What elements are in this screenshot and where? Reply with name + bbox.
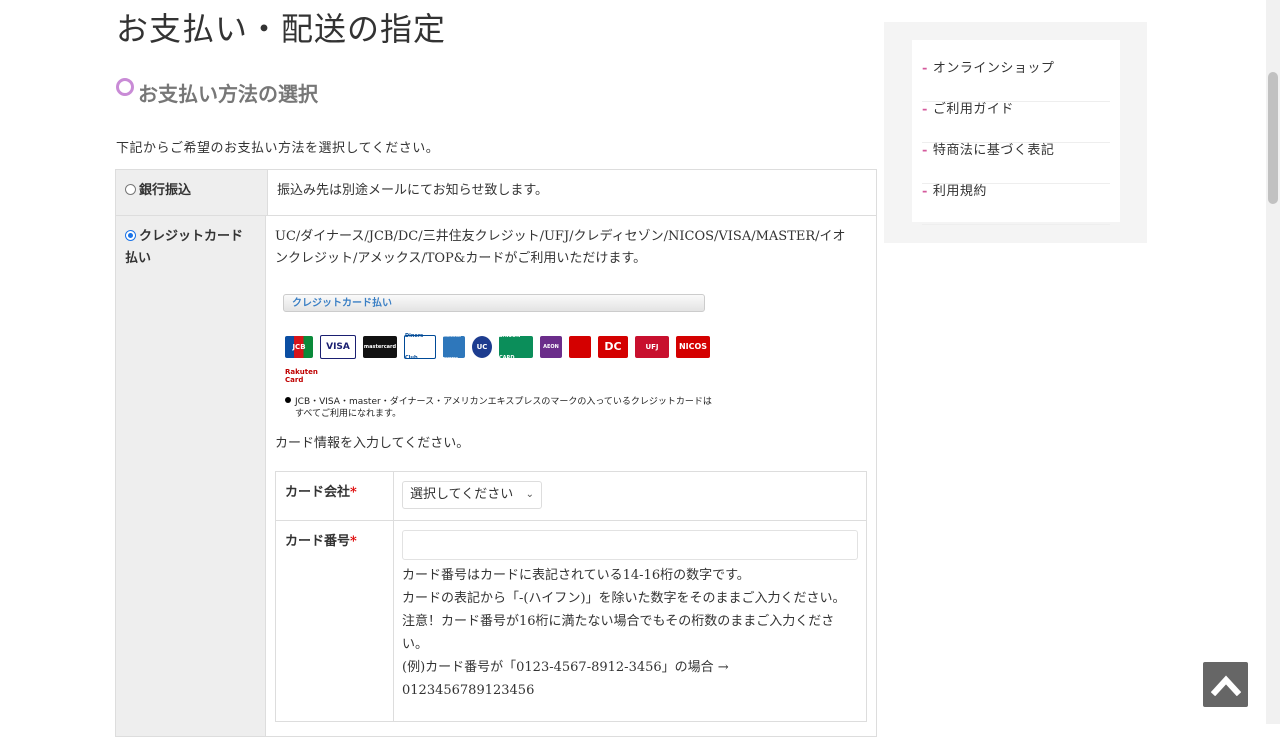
card-company-label: カード会社* — [276, 472, 394, 520]
jcb-logo: JCB — [285, 336, 313, 358]
sidebar-item-label: ご利用ガイド — [932, 102, 1014, 117]
dash-icon: - — [922, 61, 928, 76]
mufg-logo — [569, 336, 591, 358]
uc-logo: UC — [472, 336, 492, 358]
nicos-logo: NICOS — [676, 336, 710, 358]
select-value: 選択してください — [410, 487, 514, 502]
card-logos: JCB VISA mastercard Diners Club AMERICAN… — [285, 333, 867, 361]
chevron-down-icon: ⌄ — [525, 489, 534, 500]
card-banner: クレジットカード払い — [283, 294, 705, 312]
payment-row-bank: 銀行振込 振込み先は別途メールにてお知らせ致します。 — [116, 170, 876, 216]
sidebar-item-online-shop[interactable]: - オンラインショップ — [922, 61, 1110, 102]
scroll-thumb[interactable] — [1268, 72, 1278, 204]
required-mark: * — [350, 534, 357, 549]
card-number-input[interactable] — [402, 530, 858, 560]
card-number-field: カード番号はカードに表記されている14-16桁の数字です。 カードの表記から「-… — [394, 521, 866, 721]
dc-logo: DC — [598, 336, 628, 358]
help-line: カードの表記から「-(ハイフン)」を除いた数字をそのままご入力ください。 — [402, 591, 846, 606]
credit-card-section: UC/ダイナース/JCB/DC/三井住友クレジット/UFJ/クレディセゾン/NI… — [266, 216, 876, 736]
dash-icon: - — [922, 184, 928, 199]
payment-description: 振込み先は別途メールにてお知らせ致します。 — [277, 183, 549, 198]
section-title: お支払い方法の選択 — [116, 77, 318, 107]
visa-logo: VISA — [320, 335, 356, 359]
bullet-icon — [285, 397, 291, 403]
sidebar: - オンラインショップ - ご利用ガイド - 特商法に基づく表記 - 利用規約 — [884, 22, 1147, 243]
card-number-row: カード番号* カード番号はカードに表記されている14-16桁の数字です。 カード… — [276, 521, 866, 721]
sidebar-item-label: 利用規約 — [932, 184, 987, 199]
aeon-logo: AEON — [540, 336, 562, 358]
card-form: カード会社* 選択してください ⌄ カード番号* カード番号はカードに表記されて… — [275, 471, 867, 722]
sidebar-item-label: オンラインショップ — [932, 61, 1055, 76]
card-notice-line-1: JCB・VISA・master・ダイナース・アメリカンエキスプレスのマークの入っ… — [295, 397, 712, 407]
payment-row-credit: クレジットカード払い UC/ダイナース/JCB/DC/三井住友クレジット/UFJ… — [116, 216, 876, 736]
payment-option-credit[interactable]: クレジットカード払い — [116, 216, 266, 736]
diners-club-logo: Diners Club — [404, 333, 436, 361]
help-line: カード番号はカードに表記されている14-16桁の数字です。 — [402, 568, 750, 583]
card-company-field: 選択してください ⌄ — [394, 472, 866, 520]
chevron-up-icon — [1210, 675, 1241, 696]
help-line: 0123456789123456 — [402, 683, 535, 698]
payment-method-table: 銀行振込 振込み先は別途メールにてお知らせ致します。 クレジットカード払い UC… — [115, 169, 877, 737]
rakuten-card-logo: Rakuten Card — [285, 368, 318, 384]
scrollbar[interactable] — [1266, 0, 1280, 724]
card-company-select[interactable]: 選択してください ⌄ — [402, 481, 542, 509]
sidebar-item-terms[interactable]: - 利用規約 — [922, 184, 1110, 225]
saison-logo: SAISON CARD — [499, 333, 533, 361]
label-text: カード会社 — [285, 485, 351, 500]
label-text: カード番号 — [285, 534, 351, 549]
card-number-label: カード番号* — [276, 521, 394, 721]
sidebar-menu: - オンラインショップ - ご利用ガイド - 特商法に基づく表記 - 利用規約 — [912, 40, 1120, 225]
enter-card-info: カード情報を入力してください。 — [275, 436, 470, 451]
card-number-help: カード番号はカードに表記されている14-16桁の数字です。 カードの表記から「-… — [402, 564, 858, 702]
card-notice: JCB・VISA・master・ダイナース・アメリカンエキスプレスのマークの入っ… — [285, 396, 867, 420]
help-line: (例)カード番号が「0123-4567-8912-3456」の場合 → — [402, 660, 729, 675]
payment-option-label: クレジットカード払い — [125, 229, 244, 266]
page-title: お支払い・配送の指定 — [116, 10, 447, 48]
back-to-top-button[interactable] — [1203, 662, 1248, 707]
dash-icon: - — [922, 143, 928, 158]
card-company-row: カード会社* 選択してください ⌄ — [276, 472, 866, 521]
amex-logo: AMERICAN EXPRESS — [443, 334, 465, 360]
payment-option-bank[interactable]: 銀行振込 — [116, 170, 268, 215]
payment-description: UC/ダイナース/JCB/DC/三井住友クレジット/UFJ/クレディセゾン/NI… — [275, 229, 846, 266]
card-notice-line-2: すべてご利用になれます。 — [295, 409, 402, 419]
sidebar-item-guide[interactable]: - ご利用ガイド — [922, 102, 1110, 143]
sidebar-item-label: 特商法に基づく表記 — [932, 143, 1055, 158]
dash-icon: - — [922, 102, 928, 117]
circle-icon — [116, 77, 134, 96]
required-mark: * — [350, 485, 357, 500]
mastercard-logo: mastercard — [363, 336, 397, 358]
payment-option-label: 銀行振込 — [139, 183, 192, 198]
radio-bank-transfer[interactable] — [125, 184, 136, 195]
help-line: 注意！カード番号が16桁に満たない場合でもその桁数のままご入力ください。 — [402, 614, 835, 652]
sidebar-item-legal-notice[interactable]: - 特商法に基づく表記 — [922, 143, 1110, 184]
ufj-logo: UFJ — [635, 336, 669, 358]
radio-credit-card[interactable] — [125, 230, 136, 241]
intro-text: 下記からご希望のお支払い方法を選択してください。 — [116, 141, 440, 156]
section-title-text: お支払い方法の選択 — [138, 82, 318, 106]
